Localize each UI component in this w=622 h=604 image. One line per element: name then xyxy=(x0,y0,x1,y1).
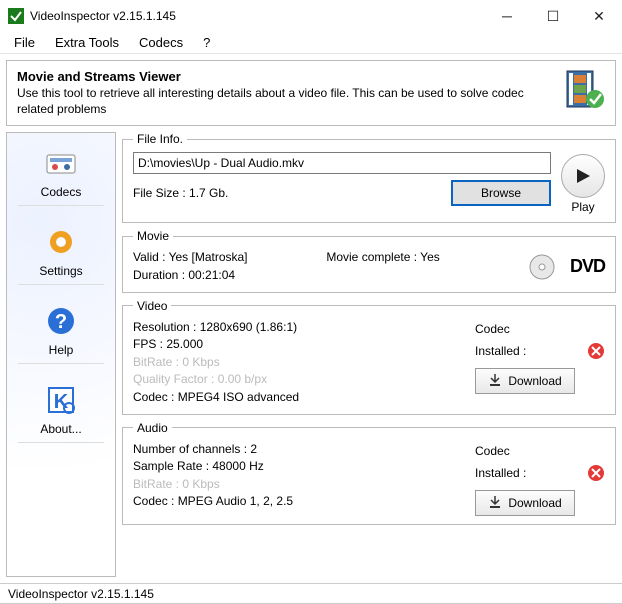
audio-bitrate: BitRate : 0 Kbps xyxy=(133,476,475,493)
file-path-input[interactable] xyxy=(133,152,551,174)
video-installed-label: Installed : xyxy=(475,343,526,360)
audio-group: Audio Number of channels : 2 Sample Rate… xyxy=(122,421,616,525)
download-icon xyxy=(488,373,502,390)
dvd-label: DVD xyxy=(570,256,605,277)
video-codec: Codec : MPEG4 ISO advanced xyxy=(133,389,475,406)
header-panel: Movie and Streams Viewer Use this tool t… xyxy=(6,60,616,126)
play-icon xyxy=(574,167,592,185)
sidebar-item-about[interactable]: K About... xyxy=(16,376,106,447)
film-check-icon xyxy=(565,69,605,112)
movie-valid: Valid : Yes [Matroska] xyxy=(133,249,323,266)
maximize-button[interactable]: ☐ xyxy=(530,0,576,32)
svg-text:K: K xyxy=(54,391,69,413)
menu-file[interactable]: File xyxy=(6,33,43,52)
sidebar: Codecs Settings ? Help K About... xyxy=(6,132,116,577)
codecs-icon xyxy=(41,143,81,183)
video-codec-label: Codec xyxy=(475,321,605,338)
error-icon xyxy=(587,342,605,360)
sidebar-label-help: Help xyxy=(18,343,104,364)
movie-duration: Duration : 00:21:04 xyxy=(133,267,528,284)
minimize-button[interactable]: ─ xyxy=(484,0,530,32)
video-group: Video Resolution : 1280x690 (1.86:1) FPS… xyxy=(122,299,616,415)
video-legend: Video xyxy=(133,299,171,313)
audio-sample-rate: Sample Rate : 48000 Hz xyxy=(133,458,475,475)
audio-installed-label: Installed : xyxy=(475,465,526,482)
video-download-label: Download xyxy=(508,374,561,388)
audio-legend: Audio xyxy=(133,421,172,435)
fileinfo-legend: File Info. xyxy=(133,132,187,146)
audio-codec: Codec : MPEG Audio 1, 2, 2.5 xyxy=(133,493,475,510)
play-label: Play xyxy=(571,200,594,214)
sidebar-item-settings[interactable]: Settings xyxy=(16,218,106,289)
audio-channels: Number of channels : 2 xyxy=(133,441,475,458)
window-title: VideoInspector v2.15.1.145 xyxy=(30,9,484,23)
svg-text:?: ? xyxy=(55,311,67,333)
about-icon: K xyxy=(41,380,81,420)
sidebar-label-about: About... xyxy=(18,422,104,443)
error-icon xyxy=(587,464,605,482)
movie-complete: Movie complete : Yes xyxy=(326,250,439,264)
browse-button[interactable]: Browse xyxy=(451,180,551,206)
status-bar: VideoInspector v2.15.1.145 xyxy=(0,583,622,603)
help-icon: ? xyxy=(41,301,81,341)
movie-legend: Movie xyxy=(133,229,173,243)
video-bitrate: BitRate : 0 Kbps xyxy=(133,354,475,371)
titlebar: VideoInspector v2.15.1.145 ─ ☐ ✕ xyxy=(0,0,622,32)
menubar: File Extra Tools Codecs ? xyxy=(0,32,622,54)
download-icon xyxy=(488,495,502,512)
app-icon xyxy=(8,8,24,24)
sidebar-item-help[interactable]: ? Help xyxy=(16,297,106,368)
sidebar-label-settings: Settings xyxy=(18,264,104,285)
fileinfo-group: File Info. File Size : 1.7 Gb. Browse xyxy=(122,132,616,223)
menu-extra-tools[interactable]: Extra Tools xyxy=(47,33,127,52)
menu-codecs[interactable]: Codecs xyxy=(131,33,191,52)
audio-download-button[interactable]: Download xyxy=(475,490,575,516)
menu-help[interactable]: ? xyxy=(195,33,218,52)
file-size-label: File Size : 1.7 Gb. xyxy=(133,186,451,200)
video-fps: FPS : 25.000 xyxy=(133,336,475,353)
disc-icon xyxy=(528,253,556,281)
video-download-button[interactable]: Download xyxy=(475,368,575,394)
header-desc: Use this tool to retrieve all interestin… xyxy=(17,86,555,117)
sidebar-label-codecs: Codecs xyxy=(18,185,104,206)
status-text: VideoInspector v2.15.1.145 xyxy=(8,587,154,601)
close-button[interactable]: ✕ xyxy=(576,0,622,32)
play-button[interactable] xyxy=(561,154,605,198)
header-title: Movie and Streams Viewer xyxy=(17,69,555,84)
video-quality-factor: Quality Factor : 0.00 b/px xyxy=(133,371,475,388)
video-resolution: Resolution : 1280x690 (1.86:1) xyxy=(133,319,475,336)
audio-codec-label: Codec xyxy=(475,443,605,460)
sidebar-item-codecs[interactable]: Codecs xyxy=(16,139,106,210)
movie-group: Movie Valid : Yes [Matroska] Movie compl… xyxy=(122,229,616,293)
audio-download-label: Download xyxy=(508,496,561,510)
gear-icon xyxy=(41,222,81,262)
